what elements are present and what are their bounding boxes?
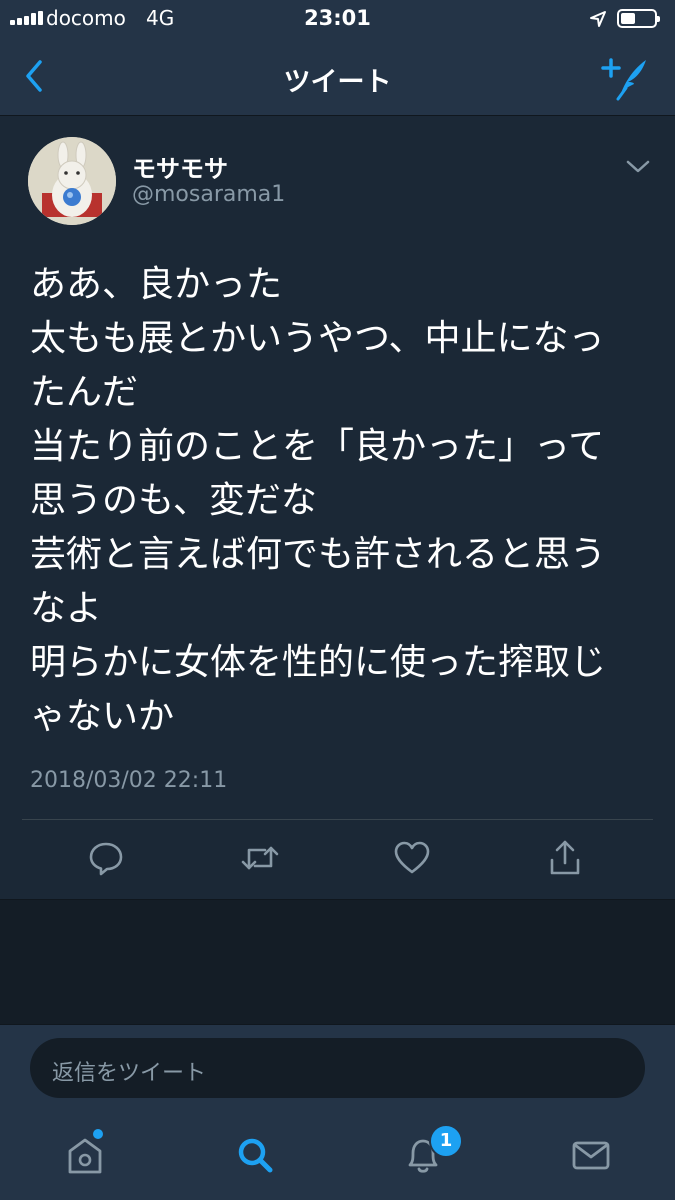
tweet-text-line: ああ、良かった xyxy=(30,264,283,305)
share-icon[interactable] xyxy=(545,838,585,878)
tweet-text-line: 芸術と言えば何でも許されると思う xyxy=(30,534,607,575)
reply-input[interactable]: 返信をツイート xyxy=(30,1038,645,1098)
avatar[interactable] xyxy=(28,137,116,225)
tweet-text-line: 当たり前のことを「良かった」って xyxy=(30,426,605,467)
display-name[interactable]: モサモサ xyxy=(132,149,228,184)
tweet-text-line: 思うのも、変だな xyxy=(30,480,317,521)
location-arrow-icon xyxy=(590,11,606,27)
new-content-dot xyxy=(93,1129,103,1139)
divider xyxy=(22,819,653,820)
tab-bar: 1 xyxy=(0,1106,675,1200)
user-handle[interactable]: @mosarama1 xyxy=(132,182,285,207)
reply-icon[interactable] xyxy=(86,838,126,878)
tweet-timestamp: 2018/03/02 22:11 xyxy=(30,768,228,793)
tweet-text-line: 太もも展とかいうやつ、中止になっ xyxy=(30,318,605,359)
like-icon[interactable] xyxy=(392,838,432,878)
reply-bar: 返信をツイート xyxy=(0,1024,675,1107)
status-bar: docomo 4G 23:01 xyxy=(0,0,675,40)
tweet-detail: モサモサ @mosarama1 ああ、良かった 太もも展とかいうやつ、中止になっ… xyxy=(0,116,675,900)
tweet-text-line: ゃないか xyxy=(30,696,175,737)
page-title: ツイート xyxy=(283,67,392,98)
chevron-down-icon[interactable] xyxy=(624,156,652,176)
home-icon[interactable] xyxy=(64,1134,106,1176)
navigation-bar: ツイート xyxy=(0,40,675,116)
empty-area xyxy=(0,900,675,1024)
tweet-text-line: 明らかに女体を性的に使った搾取じ xyxy=(30,642,607,683)
tweet-text: ああ、良かった 太もも展とかいうやつ、中止になっ たんだ 当たり前のことを「良か… xyxy=(30,258,650,744)
compose-tweet-icon[interactable] xyxy=(598,52,650,102)
retweet-icon[interactable] xyxy=(240,838,280,878)
battery-icon xyxy=(617,9,660,28)
notification-count-badge: 1 xyxy=(429,1124,463,1158)
search-icon[interactable] xyxy=(234,1134,276,1176)
status-time: 23:01 xyxy=(304,6,371,30)
rabbit-figurine-avatar-image xyxy=(28,137,116,225)
tweet-text-line: なよ xyxy=(30,588,103,629)
reply-placeholder: 返信をツイート xyxy=(52,1061,207,1086)
messages-icon[interactable] xyxy=(570,1134,612,1176)
tweet-text-line: たんだ xyxy=(30,372,139,413)
